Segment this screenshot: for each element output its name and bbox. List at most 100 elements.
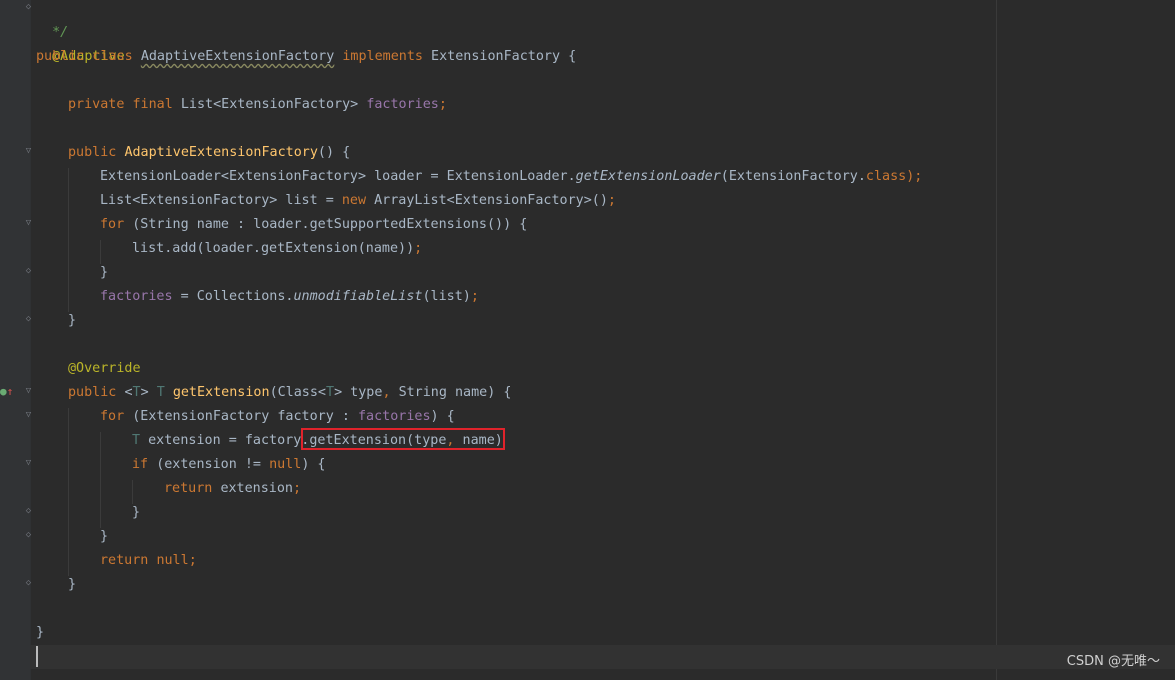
code-text: (ExtensionFactory. [720, 169, 866, 184]
code-line[interactable]: List<ExtensionFactory> list = new ArrayL… [100, 189, 616, 213]
code-text: } [132, 505, 141, 520]
code-text: List<ExtensionFactory> [180, 97, 367, 112]
fold-marker-icon[interactable]: ◇ [24, 531, 33, 540]
punctuation: ; [414, 241, 423, 256]
code-text: ArrayList<ExtensionFactory>() [374, 193, 608, 208]
field-name: factories [100, 289, 173, 304]
code-text: ) { [301, 457, 326, 472]
code-line[interactable]: */ [36, 0, 68, 40]
code-text: < [124, 385, 133, 400]
field-name: factories [357, 409, 431, 424]
code-text: = Collections. [172, 289, 294, 304]
text-caret [36, 646, 38, 667]
keyword: return [164, 481, 221, 496]
code-text: ) { [430, 409, 455, 424]
code-text: ExtensionFactory { [431, 49, 577, 64]
fold-marker-icon[interactable]: ◇ [24, 579, 33, 588]
code-line[interactable]: } [132, 501, 140, 525]
code-line[interactable]: @Override [68, 357, 141, 381]
code-text: (String name : loader.getSupportedExtens… [132, 217, 528, 232]
code-text: } [68, 313, 77, 328]
code-text: String name) { [398, 385, 512, 400]
code-text: extension [220, 481, 293, 496]
fold-marker-icon[interactable]: ◇ [24, 3, 33, 12]
watermark: CSDN @无唯～ [1066, 654, 1160, 669]
code-line[interactable]: public <T> T getExtension(Class<T> type,… [68, 381, 511, 405]
static-method: unmodifiableList [293, 289, 423, 304]
punctuation: ; [470, 289, 479, 304]
punctuation: , [382, 385, 399, 400]
code-line[interactable]: for (String name : loader.getSupportedEx… [100, 213, 527, 237]
code-line[interactable]: for (ExtensionFactory factory : factorie… [100, 405, 455, 429]
current-line-highlight [30, 645, 1175, 669]
keyword: return [100, 553, 157, 568]
code-text: list.add(loader.getExtension(name)) [132, 241, 415, 256]
code-line[interactable]: public AdaptiveExtensionFactory() { [68, 141, 350, 165]
code-line[interactable]: return extension; [164, 477, 301, 501]
code-line[interactable]: factories = Collections.unmodifiableList… [100, 285, 479, 309]
code-line[interactable]: ExtensionLoader<ExtensionFactory> loader… [100, 165, 922, 189]
fold-marker-icon[interactable]: ▽ [24, 147, 33, 156]
keyword: public [68, 145, 125, 160]
code-line[interactable]: } [68, 573, 76, 597]
code-line[interactable]: if (extension != null) { [132, 453, 326, 477]
keyword: for [100, 217, 133, 232]
code-line[interactable]: } [68, 309, 76, 333]
code-line[interactable]: } [100, 525, 108, 549]
static-method: getExtensionLoader [575, 169, 721, 184]
keyword: if [132, 457, 157, 472]
code-text: > type [334, 385, 383, 400]
indent-guide [68, 168, 69, 312]
code-text: List<ExtensionFactory> list = [100, 193, 342, 208]
keyword: class [865, 169, 907, 184]
annotation-highlight-box [301, 428, 505, 450]
keyword: new [341, 193, 375, 208]
type-parameter: T [326, 385, 335, 400]
type-parameter: T [156, 385, 173, 400]
code-line[interactable]: public class AdaptiveExtensionFactory im… [36, 45, 576, 69]
punctuation: ; [607, 193, 616, 208]
code-text: (list) [422, 289, 471, 304]
override-implementation-icon[interactable]: ●↑ [0, 385, 13, 399]
keyword: null [156, 553, 189, 568]
indent-guide [100, 432, 101, 528]
fold-marker-icon[interactable]: ◇ [24, 507, 33, 516]
punctuation: ; [438, 97, 447, 112]
code-text: } [100, 265, 109, 280]
code-line[interactable]: } [100, 261, 108, 285]
fold-marker-icon[interactable]: ▽ [24, 219, 33, 228]
field-name: factories [366, 97, 439, 112]
code-text: (Class< [269, 385, 326, 400]
fold-marker-icon[interactable]: ▽ [24, 459, 33, 468]
code-text: (extension != [156, 457, 270, 472]
punctuation: ; [293, 481, 302, 496]
code-text: > [140, 385, 157, 400]
class-name: AdaptiveExtensionFactory [140, 49, 335, 64]
fold-marker-icon[interactable]: ▽ [24, 411, 33, 420]
keyword: public class [36, 49, 141, 64]
keyword: implements [334, 49, 432, 64]
punctuation: ; [188, 553, 197, 568]
keyword: public [68, 385, 125, 400]
code-text: } [36, 625, 45, 640]
code-line[interactable]: return null; [100, 549, 197, 573]
constructor-name: AdaptiveExtensionFactory [124, 145, 318, 160]
type-parameter: T [132, 385, 141, 400]
code-text: } [68, 577, 77, 592]
code-line[interactable]: list.add(loader.getExtension(name)); [132, 237, 422, 261]
code-text: ExtensionLoader<ExtensionFactory> loader… [100, 169, 576, 184]
fold-marker-icon[interactable]: ◇ [24, 315, 33, 324]
code-text: () { [317, 145, 351, 160]
code-line[interactable]: @Adaptive [36, 21, 125, 64]
fold-marker-icon[interactable]: ▽ [24, 387, 33, 396]
annotation: @Override [68, 361, 141, 376]
code-line[interactable]: private final List<ExtensionFactory> fac… [68, 93, 447, 117]
code-text: } [100, 529, 109, 544]
punctuation: ); [906, 169, 923, 184]
method-name: getExtension [172, 385, 270, 400]
keyword: for [100, 409, 133, 424]
code-line[interactable]: } [36, 621, 44, 645]
keyword: null [269, 457, 302, 472]
fold-marker-icon[interactable]: ◇ [24, 267, 33, 276]
indent-guide [68, 408, 69, 576]
